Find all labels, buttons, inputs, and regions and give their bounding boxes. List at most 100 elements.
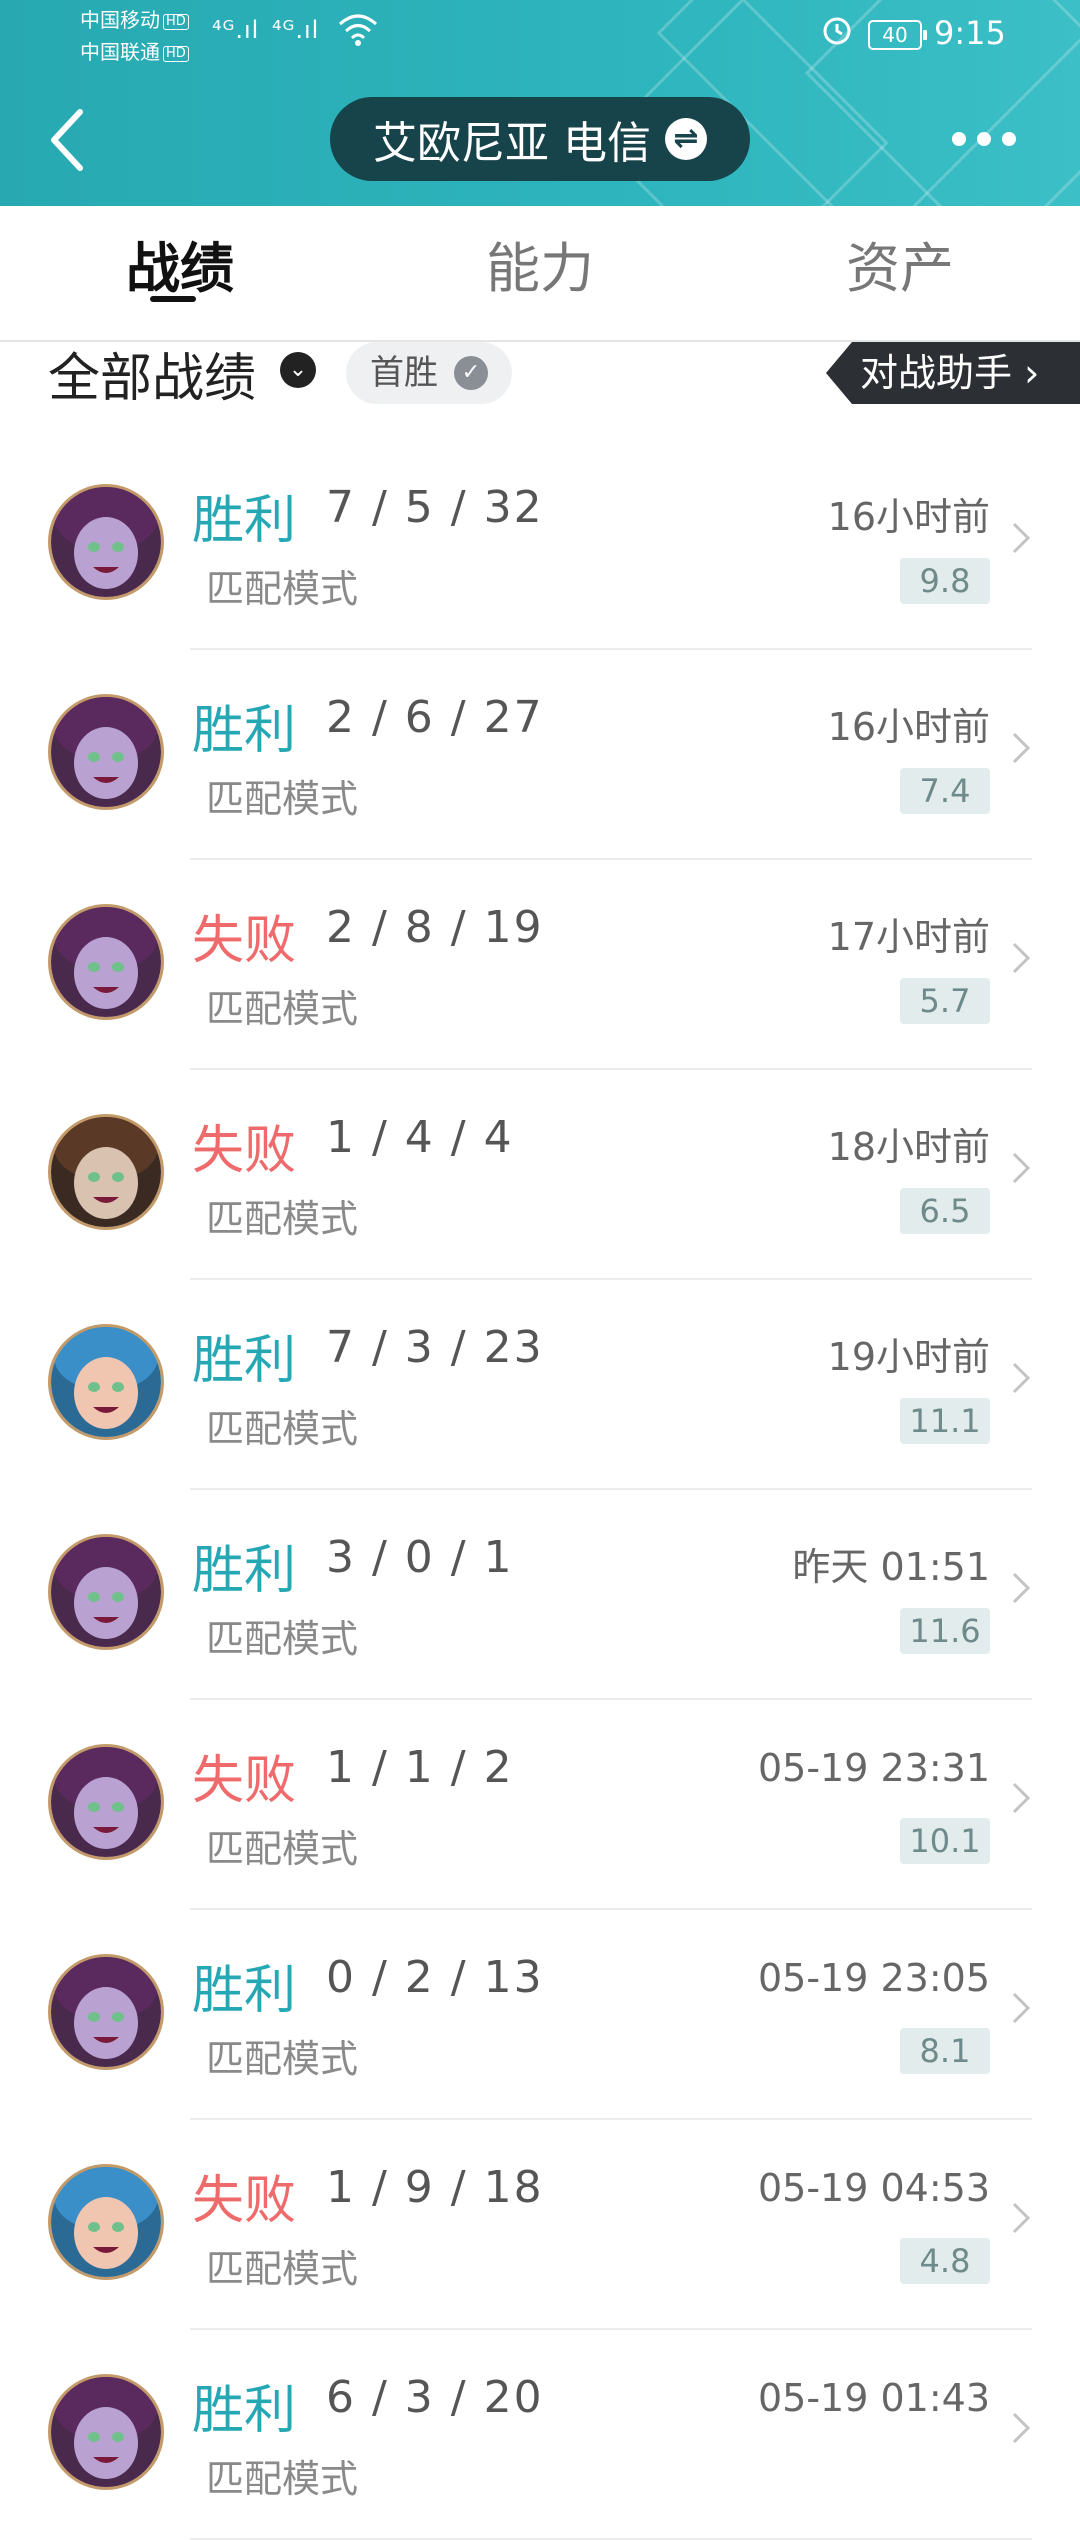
- match-row[interactable]: 胜利 0 / 2 / 13 匹配模式 05-19 23:05 8.1: [0, 1910, 1080, 2120]
- score-badge: 11.6: [900, 1608, 990, 1654]
- match-row[interactable]: 胜利 7 / 3 / 23 匹配模式 19小时前 11.1: [0, 1280, 1080, 1490]
- kda-text: 0 / 2 / 13: [326, 1952, 544, 2003]
- match-result: 失败: [192, 911, 297, 971]
- match-result: 失败: [192, 1121, 297, 1181]
- game-mode: 匹配模式: [206, 1197, 359, 1241]
- swap-icon: ⇌: [665, 118, 707, 160]
- champion-avatar: [48, 1114, 164, 1230]
- match-time: 05-19 04:53: [757, 2166, 990, 2210]
- match-row[interactable]: 胜利 2 / 6 / 27 匹配模式 16小时前 7.4: [0, 650, 1080, 860]
- chevron-down-icon[interactable]: ⌄: [280, 352, 316, 388]
- champion-avatar: [48, 904, 164, 1020]
- status-time: 9:15: [934, 14, 1006, 52]
- status-bar: 中国移动 HD 中国联通 HD ⁴ᴳ.ıl ⁴ᴳ.ıl 40 9:15: [0, 0, 1080, 70]
- match-row[interactable]: 胜利 3 / 0 / 1 匹配模式 昨天 01:51 11.6: [0, 1490, 1080, 1700]
- chevron-right-icon: [1012, 522, 1031, 554]
- score-badge: 6.5: [900, 1188, 990, 1234]
- kda-text: 2 / 8 / 19: [326, 902, 544, 953]
- chevron-right-icon: [1012, 1782, 1031, 1814]
- score-badge: 10.1: [900, 1818, 990, 1864]
- chevron-right-icon: [1012, 2202, 1031, 2234]
- match-row[interactable]: 失败 1 / 9 / 18 匹配模式 05-19 04:53 4.8: [0, 2120, 1080, 2330]
- record-filter-dropdown[interactable]: 全部战绩: [48, 336, 256, 411]
- wifi-icon: [338, 12, 378, 54]
- back-button[interactable]: [40, 100, 100, 180]
- match-time: 昨天 01:51: [792, 1545, 990, 1589]
- server-name: 艾欧尼亚 电信: [373, 118, 651, 169]
- battle-assistant-button[interactable]: 对战助手 ›: [826, 342, 1080, 404]
- match-time: 18小时前: [827, 1125, 990, 1169]
- game-mode: 匹配模式: [206, 567, 359, 611]
- match-result: 胜利: [192, 701, 297, 761]
- match-row[interactable]: 失败 2 / 8 / 19 匹配模式 17小时前 5.7: [0, 860, 1080, 1070]
- champion-avatar: [48, 2164, 164, 2280]
- carrier-2: 中国联通 HD: [80, 40, 189, 64]
- match-time: 05-19 01:43: [757, 2376, 990, 2420]
- champion-avatar: [48, 694, 164, 810]
- kda-text: 7 / 5 / 32: [326, 482, 544, 533]
- score-badge: 8.1: [900, 2028, 990, 2074]
- game-mode: 匹配模式: [206, 2037, 359, 2081]
- server-switch-button[interactable]: 艾欧尼亚 电信 ⇌: [330, 97, 750, 181]
- match-result: 胜利: [192, 1331, 297, 1391]
- chevron-right-icon: [1012, 1572, 1031, 1604]
- match-time: 16小时前: [827, 495, 990, 539]
- tab-bar: 战绩 能力 资产: [0, 206, 1080, 342]
- chevron-right-icon: [1012, 942, 1031, 974]
- match-result: 胜利: [192, 1541, 297, 1601]
- signal-icon: ⁴ᴳ.ıl: [212, 16, 260, 44]
- match-time: 05-19 23:05: [757, 1956, 990, 2000]
- match-time: 17小时前: [827, 915, 990, 959]
- chevron-right-icon: [1012, 1992, 1031, 2024]
- match-list: 胜利 7 / 5 / 32 匹配模式 16小时前 9.8 胜利 2 / 6 / 27 匹配模式…: [0, 440, 1080, 2540]
- score-badge: 4.8: [900, 2238, 990, 2284]
- champion-avatar: [48, 1324, 164, 1440]
- signal-icon: ⁴ᴳ.ıl: [272, 16, 320, 44]
- chip-label: 首胜: [370, 353, 438, 393]
- chevron-right-icon: [1012, 1152, 1031, 1184]
- champion-avatar: [48, 1954, 164, 2070]
- match-time: 16小时前: [827, 705, 990, 749]
- champion-avatar: [48, 484, 164, 600]
- tab-assets[interactable]: 资产: [780, 224, 1020, 303]
- match-row[interactable]: 失败 1 / 1 / 2 匹配模式 05-19 23:31 10.1: [0, 1700, 1080, 1910]
- game-mode: 匹配模式: [206, 1407, 359, 1451]
- match-row[interactable]: 胜利 6 / 3 / 20 匹配模式 05-19 01:43: [0, 2330, 1080, 2540]
- match-result: 失败: [192, 2171, 297, 2231]
- kda-text: 1 / 1 / 2: [326, 1742, 514, 1793]
- game-mode: 匹配模式: [206, 987, 359, 1031]
- kda-text: 1 / 9 / 18: [326, 2162, 544, 2213]
- carrier-1: 中国移动 HD: [80, 8, 189, 32]
- kda-text: 6 / 3 / 20: [326, 2372, 544, 2423]
- game-mode: 匹配模式: [206, 2457, 359, 2501]
- score-badge: 9.8: [900, 558, 990, 604]
- top-header: 中国移动 HD 中国联通 HD ⁴ᴳ.ıl ⁴ᴳ.ıl 40 9:15 艾欧尼亚 电…: [0, 0, 1080, 206]
- score-badge: 5.7: [900, 978, 990, 1024]
- tab-ability[interactable]: 能力: [420, 224, 660, 303]
- more-button[interactable]: [944, 118, 1024, 158]
- tab-record[interactable]: 战绩: [60, 224, 300, 303]
- score-badge: 11.1: [900, 1398, 990, 1444]
- game-mode: 匹配模式: [206, 1617, 359, 1661]
- match-row[interactable]: 失败 1 / 4 / 4 匹配模式 18小时前 6.5: [0, 1070, 1080, 1280]
- match-result: 胜利: [192, 2381, 297, 2441]
- champion-avatar: [48, 1534, 164, 1650]
- check-icon: ✓: [454, 356, 488, 390]
- match-row[interactable]: 胜利 7 / 5 / 32 匹配模式 16小时前 9.8: [0, 440, 1080, 650]
- champion-avatar: [48, 1744, 164, 1860]
- kda-text: 3 / 0 / 1: [326, 1532, 514, 1583]
- kda-text: 2 / 6 / 27: [326, 692, 544, 743]
- kda-text: 1 / 4 / 4: [326, 1112, 514, 1163]
- chevron-right-icon: [1012, 2412, 1031, 2444]
- match-result: 胜利: [192, 491, 297, 551]
- first-win-chip[interactable]: 首胜 ✓: [346, 342, 512, 404]
- champion-avatar: [48, 2374, 164, 2490]
- match-result: 胜利: [192, 1961, 297, 2021]
- kda-text: 7 / 3 / 23: [326, 1322, 544, 1373]
- filter-row: 全部战绩 ⌄ 首胜 ✓ 对战助手 ›: [0, 336, 1080, 411]
- game-mode: 匹配模式: [206, 1827, 359, 1871]
- chevron-right-icon: [1012, 1362, 1031, 1394]
- battery-icon: 40: [868, 20, 927, 50]
- chevron-right-icon: [1012, 732, 1031, 764]
- active-tab-indicator: [150, 296, 196, 302]
